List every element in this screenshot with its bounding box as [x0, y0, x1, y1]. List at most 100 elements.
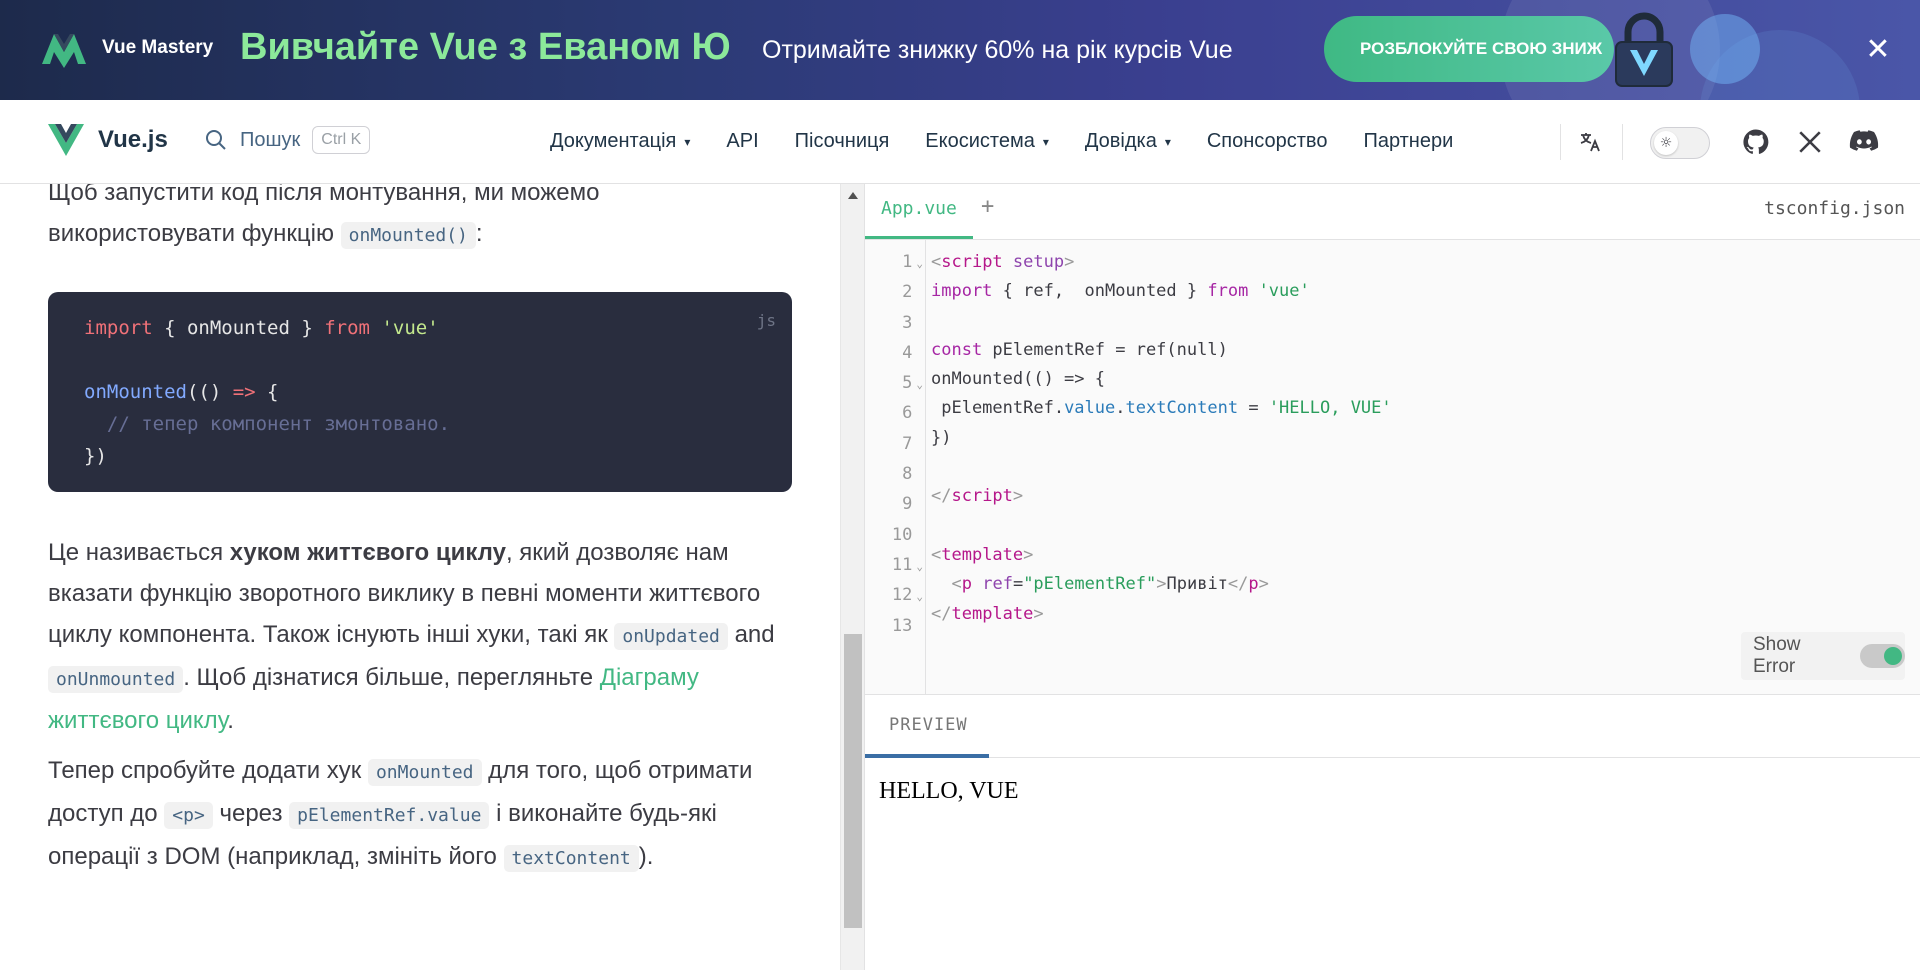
code-token: import: [84, 317, 153, 339]
tab-app-vue[interactable]: App.vue: [881, 198, 957, 219]
paragraph-text: . Щоб дізнатися більше, перегляньте: [183, 664, 600, 691]
github-icon[interactable]: [1740, 126, 1772, 158]
add-file-button[interactable]: +: [981, 194, 994, 219]
sun-icon: ☼: [1654, 131, 1678, 155]
code-token: 'vue': [381, 317, 439, 339]
scrollbar-thumb[interactable]: [844, 634, 862, 928]
inline-code: onMounted: [367, 759, 482, 786]
inline-code: pElementRef.value: [289, 802, 490, 829]
code-token: =>: [232, 381, 256, 403]
nav-divider: [1560, 124, 1561, 160]
paragraph-text: через: [212, 800, 290, 827]
promo-banner: Vue Mastery Вивчайте Vue з Еваном Ю Отри…: [0, 0, 1920, 100]
x-icon[interactable]: [1794, 126, 1826, 158]
inline-code: textContent: [503, 845, 639, 872]
intro-text: Щоб запустити код після монтування, ми м…: [48, 184, 600, 206]
fold-icon[interactable]: ⌄: [916, 378, 923, 391]
translate-icon[interactable]: [1574, 126, 1606, 158]
fold-icon[interactable]: ⌄: [916, 560, 923, 573]
vue-mastery-logo-icon: [42, 34, 86, 68]
banner-badge: [1690, 14, 1760, 84]
gutter-divider: [925, 240, 926, 694]
search-button[interactable]: Пошук Ctrl K: [204, 126, 371, 154]
show-error-switch[interactable]: [1859, 644, 1905, 668]
nav-item-ecosystem[interactable]: Екосистема ▾: [907, 124, 1067, 159]
nav-item-about[interactable]: Довідка ▾: [1067, 124, 1189, 159]
nav-links: Документація ▾ API Пісочниця Екосистема ▾ …: [532, 124, 1471, 159]
line-number: 9⌄: [902, 494, 913, 515]
paragraph-text: Тепер спробуйте додати хук: [48, 757, 368, 784]
preview-output: HELLO, VUE: [879, 778, 1019, 804]
nav-item-label: API: [726, 130, 759, 152]
code-playground: App.vue + tsconfig.json 1⌄ 2⌄ 3⌄ 4⌄ 5⌄ 6…: [864, 184, 1920, 970]
chevron-down-icon: ▾: [1042, 134, 1049, 149]
search-label: Пошук: [240, 128, 301, 151]
line-number: 6⌄: [902, 403, 913, 424]
tutorial-content: Щоб запустити код після монтування, ми м…: [0, 184, 840, 970]
vue-mastery-logo[interactable]: Vue Mastery: [40, 28, 213, 68]
nav-item-sponsor[interactable]: Спонсорство: [1189, 124, 1346, 159]
paragraph-text: ).: [638, 843, 654, 870]
nav-item-label: Спонсорство: [1206, 130, 1328, 152]
discord-icon[interactable]: [1848, 126, 1880, 158]
nav-item-label: Довідка: [1084, 130, 1157, 152]
paragraph-text: and: [727, 621, 775, 648]
doc-scrollbar[interactable]: [840, 184, 864, 970]
search-shortcut: Ctrl K: [312, 126, 371, 154]
theme-toggle[interactable]: ☼: [1650, 127, 1710, 159]
code-token: {: [255, 381, 279, 403]
nav-item-label: Партнери: [1363, 130, 1454, 152]
line-number: 2⌄: [902, 282, 913, 303]
code-lang-label: js: [756, 311, 776, 330]
nav-item-api[interactable]: API: [708, 124, 776, 159]
switch-knob: [1884, 647, 1902, 665]
intro-text: використовувати функцію: [48, 220, 341, 247]
intro-paragraph: Щоб запустити код після монтування, ми м…: [48, 184, 788, 256]
show-error-label: Show Error: [1753, 634, 1801, 677]
show-error-toggle[interactable]: Show Error: [1741, 632, 1905, 680]
paragraph-text: Це називається: [48, 539, 230, 566]
code-token: onMounted: [84, 381, 187, 403]
editor-code[interactable]: <script setup> import { ref, onMounted }…: [931, 248, 1392, 629]
active-tab-indicator: [865, 236, 973, 239]
code-block-content: import { onMounted } from 'vue' onMounte…: [84, 312, 450, 472]
inline-code: onUpdated: [614, 623, 728, 650]
inline-code: onUnmounted: [48, 666, 184, 693]
line-number: 12 ⌄: [891, 585, 923, 606]
vue-logo-icon: [48, 124, 84, 156]
vuejs-home-link[interactable]: Vue.js: [48, 124, 168, 156]
code-editor[interactable]: 1⌄ 2⌄ 3⌄ 4⌄ 5⌄ 6⌄ 7⌄ 8⌄ 9⌄ 10⌄ 11⌄ 12⌄ 1…: [865, 240, 1920, 694]
code-token: ((): [186, 381, 233, 403]
nav-item-docs[interactable]: Документація ▾: [532, 124, 708, 159]
search-icon: [206, 130, 226, 150]
hooks-paragraph: Це називається хуком життєвого циклу, як…: [48, 532, 788, 741]
line-number: 3⌄: [902, 312, 913, 333]
nav-divider: [1622, 124, 1623, 160]
code-comment: // тепер компонент змонтовано.: [84, 413, 451, 435]
line-number: 8⌄: [902, 464, 913, 485]
close-icon[interactable]: ✕: [1860, 32, 1896, 68]
vue-mastery-name: Vue Mastery: [102, 37, 214, 58]
tab-tsconfig[interactable]: tsconfig.json: [1764, 198, 1905, 219]
unlock-discount-button[interactable]: РОЗБЛОКУЙТЕ СВОЮ ЗНИЖ: [1324, 16, 1614, 82]
intro-text: :: [475, 220, 483, 247]
line-numbers: 1⌄ 2⌄ 3⌄ 4⌄ 5⌄ 6⌄ 7⌄ 8⌄ 9⌄ 10⌄ 11⌄ 12⌄ 1…: [865, 248, 923, 642]
code-token: { onMounted }: [152, 317, 325, 339]
nav-item-partners[interactable]: Партнери: [1345, 124, 1471, 159]
banner-offer: Отримайте знижку 60% на рік курсів Vue: [762, 36, 1233, 64]
task-paragraph: Тепер спробуйте додати хук onMounted для…: [48, 750, 788, 879]
code-token: from: [324, 317, 370, 339]
line-number: 5 ⌄: [902, 373, 923, 394]
scroll-up-icon[interactable]: [848, 192, 858, 199]
code-block: js import { onMounted } from 'vue' onMou…: [48, 292, 792, 492]
code-token: }): [84, 445, 107, 467]
tab-preview[interactable]: PREVIEW: [889, 715, 968, 735]
preview-pane: HELLO, VUE: [865, 758, 1920, 970]
preview-tabs: PREVIEW: [865, 694, 1920, 758]
nav-item-playground[interactable]: Пісочниця: [777, 124, 908, 159]
fold-icon[interactable]: ⌄: [916, 257, 923, 270]
fold-icon[interactable]: ⌄: [916, 590, 923, 603]
bold-text: хуком життєвого циклу: [229, 539, 506, 566]
chevron-down-icon: ▾: [684, 134, 691, 149]
line-number: 11 ⌄: [891, 554, 923, 575]
